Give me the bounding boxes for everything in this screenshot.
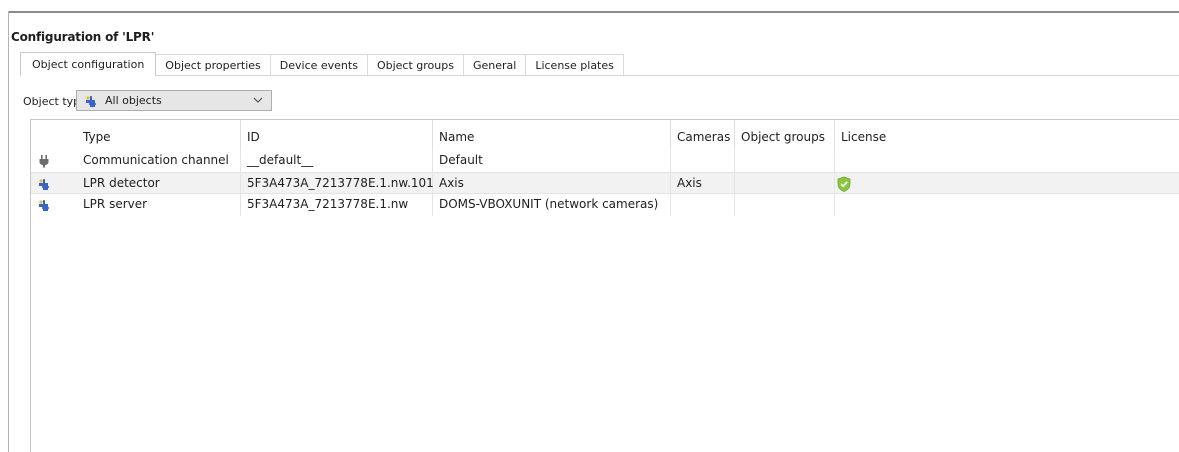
table-row[interactable]: Communication channel __default__ Defaul…	[31, 150, 1179, 172]
chevron-down-icon	[253, 97, 263, 103]
column-header-name[interactable]: Name	[433, 120, 671, 150]
puzzle-piece-icon	[39, 199, 50, 211]
tab-bar: Object configuration Object properties D…	[20, 52, 624, 76]
tab-object-groups[interactable]: Object groups	[367, 54, 464, 75]
row-cameras	[671, 150, 735, 172]
top-divider	[8, 11, 1179, 13]
tab-license-plates[interactable]: License plates	[526, 54, 624, 75]
puzzle-piece-icon	[39, 178, 50, 190]
row-id: 5F3A473A_7213778E.1.nw.101	[241, 173, 434, 195]
row-name: Axis	[433, 173, 671, 195]
shield-check-icon	[837, 176, 851, 192]
table-row[interactable]: LPR server 5F3A473A_7213778E.1.nw DOMS-V…	[31, 194, 1179, 216]
row-license	[835, 173, 895, 195]
row-name: DOMS-VBOXUNIT (network cameras)	[433, 194, 671, 216]
column-header-type[interactable]: Type	[77, 120, 241, 150]
icon-column-header	[31, 120, 77, 150]
row-object-groups	[735, 150, 835, 172]
column-header-object-groups[interactable]: Object groups	[735, 120, 835, 150]
row-type: LPR detector	[77, 173, 241, 195]
column-header-id[interactable]: ID	[241, 120, 433, 150]
objects-table: Type ID Name Cameras Object groups Licen…	[30, 119, 1179, 452]
row-cameras: Axis	[671, 173, 735, 195]
tab-divider	[20, 75, 1179, 76]
table-row[interactable]: LPR detector 5F3A473A_7213778E.1.nw.101 …	[31, 172, 1179, 195]
table-header: Type ID Name Cameras Object groups Licen…	[31, 120, 1179, 150]
tab-general[interactable]: General	[463, 54, 527, 75]
row-object-groups	[735, 194, 835, 216]
page-title: Configuration of 'LPR'	[11, 30, 155, 44]
object-type-select[interactable]: All objects	[76, 90, 272, 111]
tab-object-configuration[interactable]: Object configuration	[20, 52, 157, 76]
puzzle-piece-icon	[86, 95, 97, 107]
row-id: __default__	[241, 150, 433, 172]
plug-icon	[39, 155, 49, 168]
tab-device-events[interactable]: Device events	[270, 54, 368, 75]
row-name: Default	[433, 150, 671, 172]
left-frame	[8, 11, 9, 452]
row-id: 5F3A473A_7213778E.1.nw	[241, 194, 433, 216]
row-type: LPR server	[77, 194, 241, 216]
column-header-cameras[interactable]: Cameras	[671, 120, 735, 150]
row-type: Communication channel	[77, 150, 241, 172]
row-object-groups	[735, 173, 835, 195]
column-header-license[interactable]: License	[835, 120, 1179, 150]
row-cameras	[671, 194, 735, 216]
object-type-value: All objects	[105, 94, 162, 107]
tab-object-properties[interactable]: Object properties	[156, 54, 271, 75]
